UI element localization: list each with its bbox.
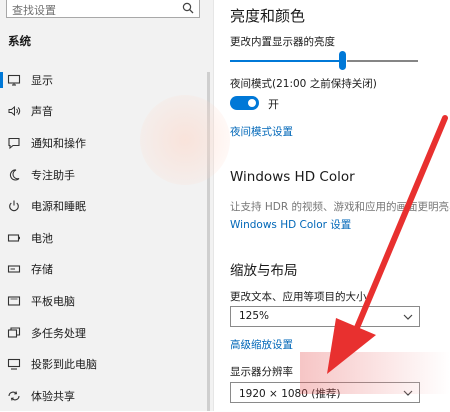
sidebar-item-storage[interactable]: 存储 <box>0 254 213 286</box>
sidebar-item-label: 通知和操作 <box>31 136 86 150</box>
search-placeholder: 查找设置 <box>12 4 56 17</box>
night-mode-state: 开 <box>268 98 279 111</box>
resolution-label: 显示器分辨率 <box>230 366 293 378</box>
display-settings-pane: 亮度和颜色 更改内置显示器的亮度 夜间模式(21:00 之前保持关闭) 开 夜间… <box>213 0 450 411</box>
hdr-settings-link[interactable]: Windows HD Color 设置 <box>230 217 351 232</box>
sidebar-item-label: 显示 <box>31 73 53 87</box>
background-blur <box>140 95 230 185</box>
scale-value: 125% <box>239 310 270 322</box>
night-mode-toggle[interactable] <box>230 96 259 110</box>
speaker-icon <box>7 104 21 118</box>
battery-icon <box>7 231 21 245</box>
sidebar-item-label: 电源和睡眠 <box>31 200 86 214</box>
sidebar-item-shared-experiences[interactable]: 体验共享 <box>0 380 213 412</box>
sidebar-item-power-sleep[interactable]: 电源和睡眠 <box>0 190 213 222</box>
scale-dropdown[interactable]: 125% <box>230 306 420 327</box>
night-mode-settings-link[interactable]: 夜间模式设置 <box>230 124 293 139</box>
brightness-label: 更改内置显示器的亮度 <box>230 36 335 48</box>
sidebar-item-display[interactable]: 显示 <box>0 64 213 96</box>
brightness-slider-fill <box>230 60 339 62</box>
sidebar-item-label: 投影到此电脑 <box>31 358 97 372</box>
notification-icon <box>7 136 21 150</box>
hdr-description: 让支持 HDR 的视频、游戏和应用的画面更明亮、 <box>230 201 450 213</box>
advanced-scaling-link[interactable]: 高级缩放设置 <box>230 337 293 352</box>
sidebar-item-label: 多任务处理 <box>31 326 86 340</box>
share-icon <box>7 389 21 403</box>
monitor-icon <box>7 73 21 87</box>
sidebar-item-tablet[interactable]: 平板电脑 <box>0 285 213 317</box>
search-icon[interactable] <box>182 2 194 14</box>
power-icon <box>7 199 21 213</box>
projector-icon <box>7 357 21 371</box>
multitask-icon <box>7 326 21 340</box>
sidebar-item-project-to-pc[interactable]: 投影到此电脑 <box>0 348 213 380</box>
page-title: 亮度和颜色 <box>230 7 306 25</box>
sidebar-item-label: 平板电脑 <box>31 294 75 308</box>
night-mode-label: 夜间模式(21:00 之前保持关闭) <box>230 78 377 90</box>
sidebar-item-multitasking[interactable]: 多任务处理 <box>0 317 213 349</box>
sidebar: 查找设置 系统 显示 声音 通知和操作 专注助手 电源和睡眠 电池 存储 平板电… <box>0 0 214 411</box>
sidebar-item-label: 体验共享 <box>31 389 75 403</box>
sidebar-item-label: 专注助手 <box>31 168 75 182</box>
hdr-heading: Windows HD Color <box>230 169 355 185</box>
section-title: 系统 <box>8 34 31 48</box>
scale-heading: 缩放与布局 <box>230 263 298 279</box>
moon-icon <box>7 168 21 182</box>
tablet-icon <box>7 294 21 308</box>
watermark-smudge <box>300 352 450 394</box>
sidebar-item-battery[interactable]: 电池 <box>0 222 213 254</box>
sidebar-item-label: 声音 <box>31 105 53 119</box>
brightness-slider-track <box>347 60 418 62</box>
search-input[interactable]: 查找设置 <box>6 0 200 18</box>
chevron-down-icon <box>403 314 413 320</box>
sidebar-item-label: 存储 <box>31 263 53 277</box>
toggle-knob <box>248 99 256 107</box>
scale-label: 更改文本、应用等项目的大小 <box>230 291 367 303</box>
sidebar-item-label: 电池 <box>31 231 53 245</box>
brightness-slider-thumb[interactable] <box>339 51 346 70</box>
storage-icon <box>7 262 21 276</box>
